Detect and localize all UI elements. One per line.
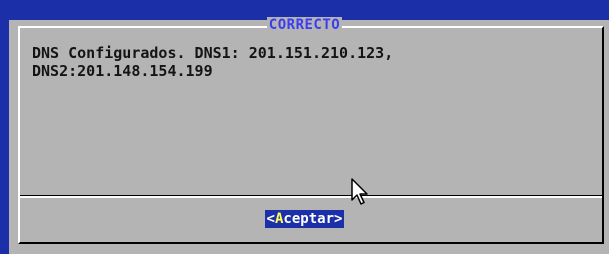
dialog-message: DNS Configurados. DNS1: 201.151.210.123,… [32, 44, 394, 80]
button-label: ceptar [283, 211, 334, 227]
screen: CORRECTO DNS Configurados. DNS1: 201.151… [0, 0, 609, 254]
button-bracket-open: < [266, 211, 275, 227]
mouse-pointer-icon [351, 178, 368, 205]
button-bracket-close: > [334, 211, 343, 227]
button-row: <Aceptar> [0, 210, 609, 228]
aceptar-button[interactable]: <Aceptar> [264, 210, 345, 228]
button-area-divider [20, 196, 602, 198]
dialog-title-bar: CORRECTO [0, 17, 609, 33]
dialog-title: CORRECTO [266, 17, 343, 33]
